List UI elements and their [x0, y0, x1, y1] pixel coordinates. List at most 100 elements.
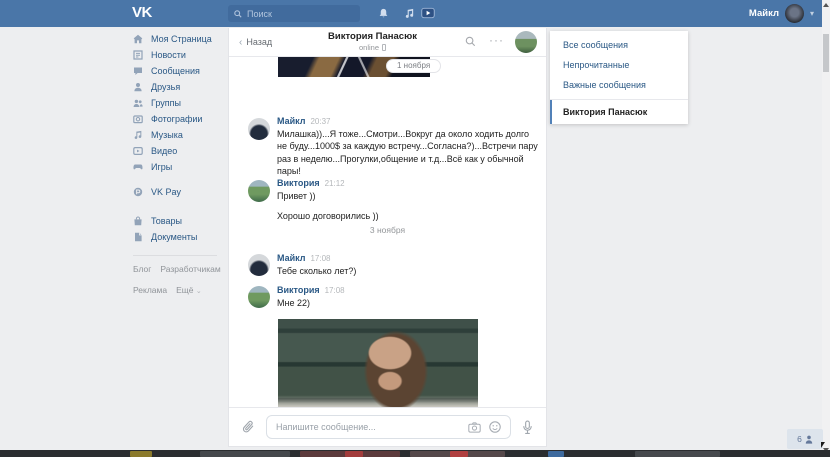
online-count: 6: [797, 434, 802, 444]
notifications-bell-icon[interactable]: [376, 6, 390, 20]
avatar-viktoria[interactable]: [248, 180, 270, 202]
scrollbar-thumb[interactable]: [823, 34, 829, 72]
sidebar-divider: [133, 255, 217, 256]
messages-icon: [133, 66, 143, 76]
back-button[interactable]: ‹ Назад: [239, 37, 272, 47]
groups-icon: [133, 98, 143, 108]
avatar-maykl[interactable]: [248, 118, 270, 140]
music-note-icon: [133, 130, 143, 140]
message-text: Тебе сколько лет?): [277, 265, 540, 277]
conversation-avatar[interactable]: [515, 31, 537, 53]
news-icon: [133, 50, 143, 60]
filter-important[interactable]: Важные сообщения: [550, 75, 688, 95]
vk-app: VK Поиск Майкл ▾ Моя Страница: [0, 0, 830, 457]
camera-icon[interactable]: [468, 422, 481, 433]
person-icon: [805, 435, 813, 444]
filter-all-messages[interactable]: Все сообщения: [550, 35, 688, 55]
conversation-header: ‹ Назад Виктория Панасюк online ···: [229, 28, 546, 57]
conversation-title: Виктория Панасюк: [289, 31, 456, 42]
sidebar-item-my-page[interactable]: Моя Страница: [133, 31, 229, 47]
selected-conversation-item[interactable]: Виктория Панасюк: [550, 100, 688, 124]
avatar-maykl[interactable]: [248, 254, 270, 276]
video-icon: [133, 146, 143, 156]
date-separator: 3 ноября: [229, 225, 546, 235]
message-time: 20:37: [310, 117, 330, 126]
documents-icon: [133, 232, 143, 242]
friends-online-widget[interactable]: 6: [787, 429, 823, 449]
search-icon: [234, 10, 242, 18]
message-text: Хорошо договорились )): [277, 210, 540, 222]
sidebar-footer-links: Блог Разработчикам Реклама Ещё ⌄: [133, 263, 243, 298]
friends-icon: [133, 82, 143, 92]
sidebar-item-video[interactable]: Видео: [133, 143, 229, 159]
sidebar-item-groups[interactable]: Группы: [133, 95, 229, 111]
footer-link-more[interactable]: Ещё ⌄: [176, 284, 202, 298]
message-meta: Виктория 21:12: [277, 178, 345, 188]
vk-logo[interactable]: VK: [132, 4, 152, 21]
conversation-search-icon[interactable]: [465, 36, 476, 47]
conversation-title-block: Виктория Панасюк online: [289, 31, 456, 52]
page-scrollbar[interactable]: [822, 0, 830, 457]
sidebar-item-market[interactable]: Товары: [133, 213, 229, 229]
messages-filter-dropdown: Все сообщения Непрочитанные Важные сообщ…: [550, 31, 688, 124]
attach-paperclip-icon[interactable]: [242, 420, 255, 434]
conversation-menu-dots[interactable]: ···: [489, 33, 504, 47]
smiley-icon[interactable]: [489, 421, 501, 433]
video-stream-icon[interactable]: [421, 6, 435, 20]
message-input[interactable]: [276, 422, 460, 432]
music-icon[interactable]: [402, 6, 416, 20]
chevron-left-icon: ‹: [239, 38, 242, 47]
left-sidebar: Моя Страница Новости Сообщения Друзья Гр…: [133, 31, 229, 298]
taskbar-icon: [548, 451, 564, 457]
avatar-viktoria[interactable]: [248, 286, 270, 308]
message-time: 17:08: [310, 254, 330, 263]
message-time: 17:08: [325, 286, 345, 295]
taskbar-icon: [345, 451, 363, 457]
global-search[interactable]: Поиск: [228, 5, 360, 22]
mobile-phone-icon: [382, 44, 386, 51]
taskbar-icon: [635, 451, 720, 457]
message-meta: Майкл 20:37: [277, 116, 331, 126]
footer-link-blog[interactable]: Блог: [133, 263, 151, 275]
message-text: Мне 22): [277, 297, 540, 309]
sidebar-item-messages[interactable]: Сообщения: [133, 63, 229, 79]
photos-icon: [133, 114, 143, 124]
taskbar-icon: [450, 451, 468, 457]
message-text: Привет )): [277, 190, 540, 202]
sidebar-item-friends[interactable]: Друзья: [133, 79, 229, 95]
sidebar-item-music[interactable]: Музыка: [133, 127, 229, 143]
sidebar-item-news[interactable]: Новости: [133, 47, 229, 63]
vk-pay-icon: [133, 187, 143, 197]
sidebar-item-vk-pay[interactable]: VK Pay: [133, 184, 229, 200]
footer-link-developers[interactable]: Разработчикам: [160, 263, 220, 275]
topbar-avatar: [785, 4, 804, 23]
filter-unread[interactable]: Непрочитанные: [550, 55, 688, 75]
os-taskbar-partial: [0, 450, 830, 457]
games-icon: [133, 162, 143, 172]
sidebar-item-documents[interactable]: Документы: [133, 229, 229, 245]
taskbar-icon: [200, 451, 290, 457]
message-input-wrapper: [266, 415, 511, 439]
conversation-panel: ‹ Назад Виктория Панасюк online ··· 1 но…: [228, 28, 547, 447]
message-meta: Майкл 17:08: [277, 253, 331, 263]
story-video-attachment[interactable]: Перейти в конец истории 0:02: [278, 319, 478, 407]
author-link[interactable]: Майкл: [277, 253, 305, 263]
footer-link-ads[interactable]: Реклама: [133, 284, 167, 298]
date-separator-pill: 1 ноября: [386, 59, 441, 73]
author-link[interactable]: Виктория: [277, 178, 320, 188]
microphone-icon[interactable]: [522, 420, 533, 435]
scroll-up-arrow[interactable]: [823, 3, 829, 7]
message-history: 1 ноября Майкл 20:37 Милашка))...Я тоже..…: [229, 57, 546, 407]
message-time: 21:12: [325, 179, 345, 188]
topbar-user-name: Майкл: [749, 8, 779, 19]
sidebar-item-photos[interactable]: Фотографии: [133, 111, 229, 127]
top-navigation-bar: VK Поиск Майкл ▾: [0, 0, 822, 27]
topbar-user-menu[interactable]: Майкл ▾: [749, 0, 814, 27]
author-link[interactable]: Майкл: [277, 116, 305, 126]
mouse-cursor: [821, 442, 825, 448]
sidebar-item-games[interactable]: Игры: [133, 159, 229, 175]
message-composer: [229, 407, 546, 446]
online-status: online: [289, 43, 456, 52]
author-link[interactable]: Виктория: [277, 285, 320, 295]
message-text: Милашка))...Я тоже...Смотри...Вокруг да …: [277, 128, 540, 177]
